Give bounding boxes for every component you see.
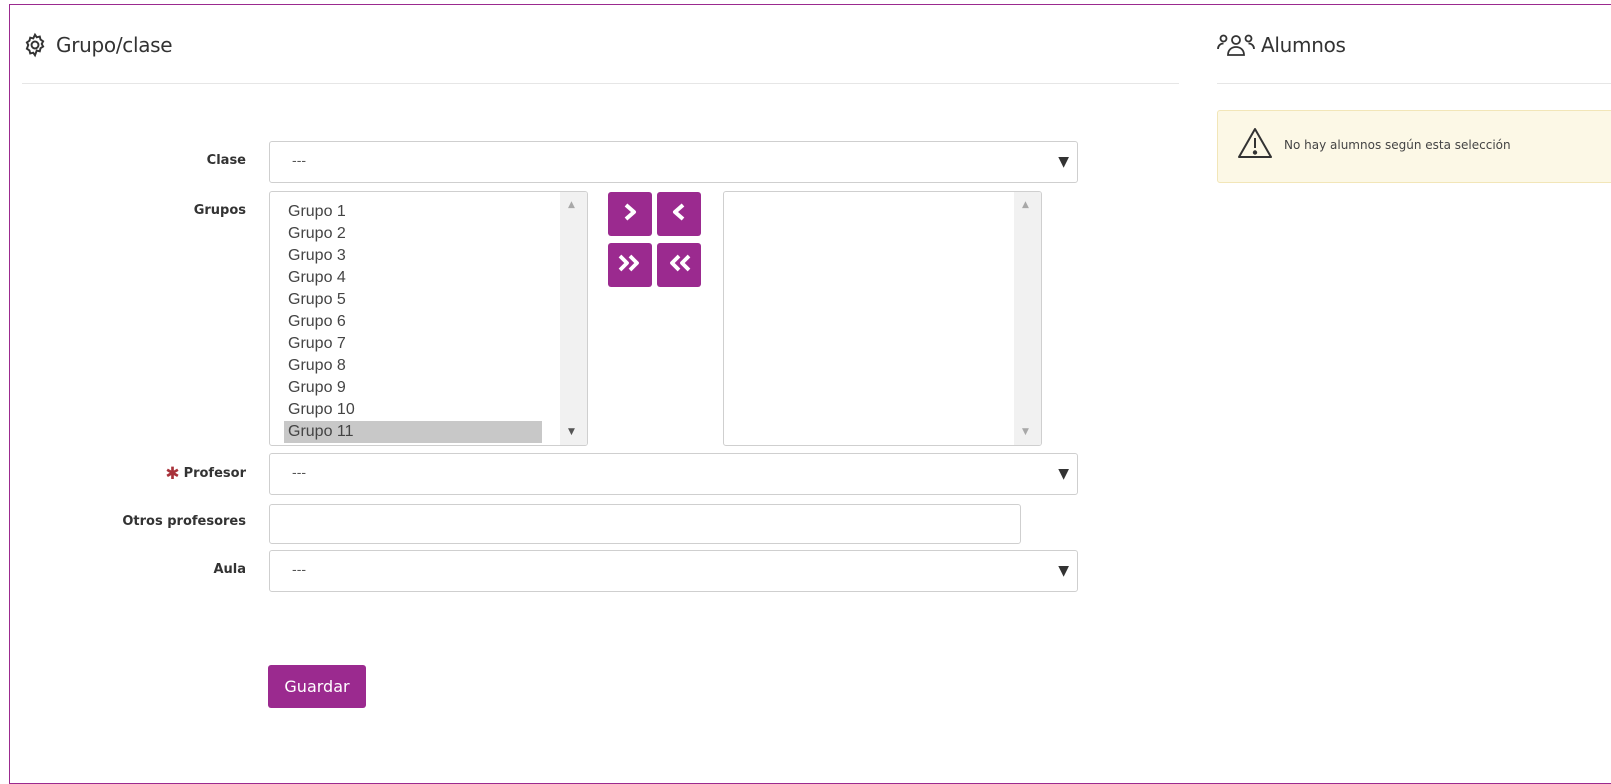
available-groups-options: Grupo 1 Grupo 2 Grupo 3 Grupo 4 Grupo 5 Grupo… <box>270 192 587 443</box>
profesor-select-value: --- <box>292 466 307 481</box>
scroll-up-icon[interactable]: ▲ <box>1022 200 1029 210</box>
group-option[interactable]: Grupo 10 <box>270 399 587 421</box>
group-option[interactable]: Grupo 2 <box>270 223 587 245</box>
move-right-button[interactable] <box>608 192 652 236</box>
group-option[interactable]: Grupo 4 <box>270 267 587 289</box>
scroll-up-icon[interactable]: ▲ <box>568 200 575 210</box>
otros-profesores-label: Otros profesores <box>122 514 246 529</box>
group-option[interactable]: Grupo 9 <box>270 377 587 399</box>
clase-select[interactable]: --- ▼ <box>269 141 1078 183</box>
scroll-down-icon[interactable]: ▼ <box>568 427 575 437</box>
profesor-select[interactable]: --- ▼ <box>269 453 1078 495</box>
double-chevron-right-icon <box>617 254 643 276</box>
assigned-groups-list[interactable]: ▲ ▼ <box>723 191 1042 446</box>
caret-down-icon: ▼ <box>1058 154 1069 170</box>
double-chevron-left-icon <box>666 254 692 276</box>
assigned-groups-scrollbar[interactable]: ▲ ▼ <box>1014 192 1041 445</box>
group-option[interactable]: Grupo 3 <box>270 245 587 267</box>
panel-title-text: Grupo/clase <box>56 33 173 57</box>
chevron-left-icon <box>671 203 687 225</box>
group-option[interactable]: Grupo 6 <box>270 311 587 333</box>
aula-select-value: --- <box>292 563 307 578</box>
group-option[interactable]: Grupo 5 <box>270 289 587 311</box>
warning-icon <box>1237 127 1273 163</box>
caret-down-icon: ▼ <box>1058 466 1069 482</box>
users-icon <box>1217 32 1255 58</box>
no-students-alert: No hay alumnos según esta selección <box>1217 110 1611 183</box>
group-option[interactable]: Grupo 8 <box>270 355 587 377</box>
divider <box>1217 83 1611 84</box>
panel-title-alumnos: Alumnos <box>1217 32 1346 58</box>
available-groups-list[interactable]: Grupo 1 Grupo 2 Grupo 3 Grupo 4 Grupo 5 Grupo… <box>269 191 588 446</box>
profesor-label-text: Profesor <box>183 466 246 481</box>
panel-title-text: Alumnos <box>1261 33 1346 57</box>
required-asterisk: ✱ <box>165 464 180 484</box>
move-all-right-button[interactable] <box>608 243 652 287</box>
clase-label: Clase <box>206 153 246 168</box>
group-option[interactable]: Grupo 11 <box>284 421 542 443</box>
clase-select-value: --- <box>292 154 307 169</box>
profesor-label: ✱ Profesor <box>0 464 246 484</box>
gear-icon <box>22 32 48 58</box>
caret-down-icon: ▼ <box>1058 563 1069 579</box>
move-all-left-button[interactable] <box>657 243 701 287</box>
otros-profesores-input[interactable] <box>269 504 1021 544</box>
alert-message: No hay alumnos según esta selección <box>1284 138 1511 152</box>
aula-select[interactable]: --- ▼ <box>269 550 1078 592</box>
chevron-right-icon <box>622 203 638 225</box>
move-left-button[interactable] <box>657 192 701 236</box>
scroll-down-icon[interactable]: ▼ <box>1022 427 1029 437</box>
save-button[interactable]: Guardar <box>268 665 366 708</box>
divider <box>22 83 1179 84</box>
group-option[interactable]: Grupo 7 <box>270 333 587 355</box>
panel-title-grupo-clase: Grupo/clase <box>22 32 173 58</box>
grupos-label: Grupos <box>193 203 246 218</box>
available-groups-scrollbar[interactable]: ▲ ▼ <box>560 192 587 445</box>
aula-label: Aula <box>213 562 246 577</box>
group-option[interactable]: Grupo 1 <box>270 201 587 223</box>
